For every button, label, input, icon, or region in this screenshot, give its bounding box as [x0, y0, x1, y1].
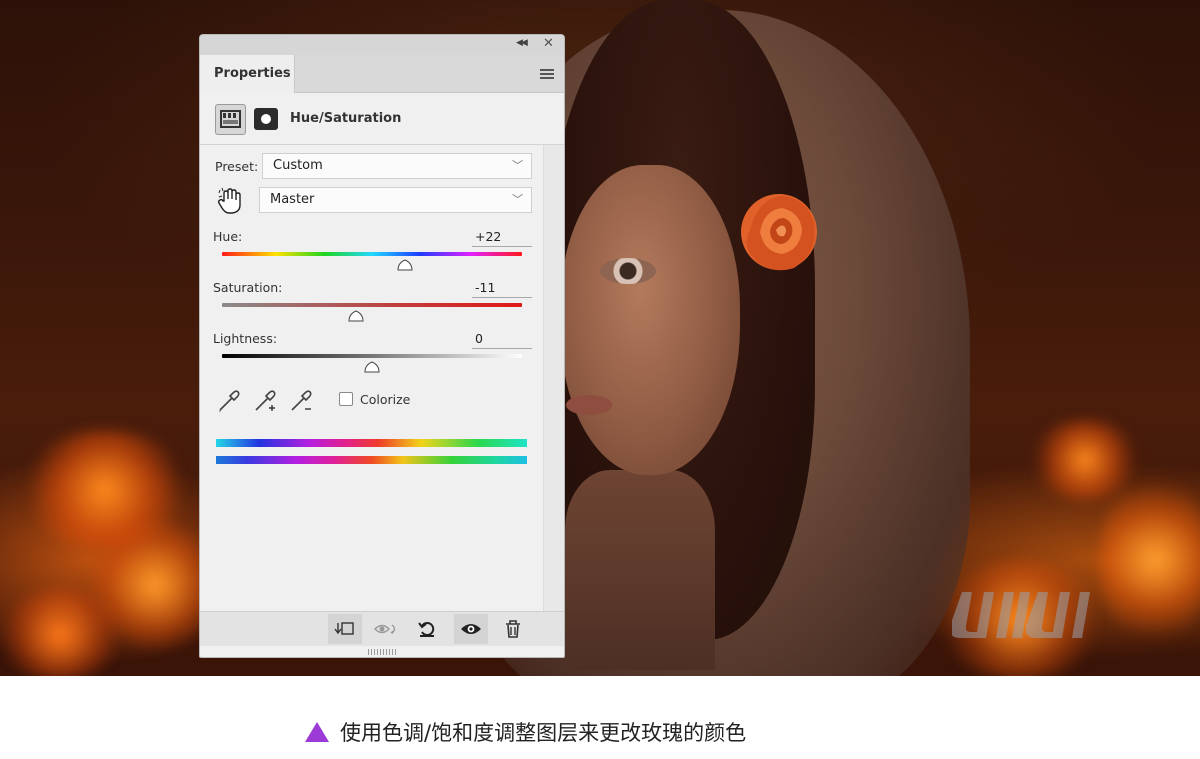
lightness-slider-thumb[interactable] — [364, 361, 380, 373]
colorize-label: Colorize — [360, 392, 411, 407]
hue-label: Hue: — [213, 229, 243, 244]
caption: 使用色调/饱和度调整图层来更改玫瑰的颜色 — [304, 717, 746, 747]
girl-eye — [600, 258, 656, 284]
panel-menu-icon[interactable] — [540, 69, 554, 79]
toggle-visibility-button[interactable] — [454, 614, 488, 644]
hue-slider-track[interactable] — [222, 252, 522, 256]
channel-dropdown[interactable]: Master ﹀ — [259, 187, 532, 213]
toggle-visibility-icon — [461, 624, 481, 634]
channel-value: Master — [270, 192, 315, 207]
girl-neck — [565, 470, 715, 670]
hue-value-field[interactable]: +22 — [472, 229, 532, 247]
layer-mask-icon[interactable] — [254, 108, 278, 130]
fire-glow-right-2 — [1100, 470, 1200, 650]
saturation-slider-thumb[interactable] — [347, 310, 364, 322]
delete-icon — [506, 620, 520, 638]
saturation-value-field[interactable]: -11 — [472, 280, 532, 298]
lightness-value-field[interactable]: 0 — [472, 331, 532, 349]
preset-dropdown[interactable]: Custom ﹀ — [262, 153, 532, 179]
double-chevron-left-icon[interactable]: ◀◀ — [516, 38, 528, 48]
reset-button[interactable] — [410, 614, 444, 644]
background-photo — [0, 0, 1200, 676]
clip-to-layer-icon — [334, 622, 354, 635]
eyedropper-plus-icon[interactable] — [252, 388, 278, 414]
eyedropper-icon[interactable] — [216, 388, 242, 414]
hue-saturation-adjustment-icon[interactable] — [215, 104, 246, 135]
panel-resize-grip[interactable] — [368, 649, 396, 655]
eyedropper-minus-icon[interactable] — [288, 388, 314, 414]
caption-text: 使用色调/饱和度调整图层来更改玫瑰的颜色 — [340, 721, 747, 745]
girl-face — [560, 165, 740, 475]
clip-to-layer-button[interactable] — [328, 614, 362, 644]
output-color-spectrum — [216, 456, 527, 464]
watermark-logo — [952, 592, 1090, 638]
panel-tab-row: Properties — [200, 55, 564, 93]
lightness-slider-track[interactable] — [222, 354, 522, 358]
targeted-adjustment-hand-icon[interactable] — [218, 187, 244, 215]
panel-titlebar[interactable]: ◀◀ ✕ — [200, 35, 564, 55]
page: ◀◀ ✕ Properties Hue/Saturation Preset: C… — [0, 0, 1200, 759]
chevron-down-icon: ﹀ — [512, 159, 523, 172]
tab-properties[interactable]: Properties — [200, 55, 295, 93]
colorize-checkbox[interactable] — [339, 392, 353, 406]
chevron-down-icon: ﹀ — [512, 193, 523, 206]
lightness-label: Lightness: — [213, 331, 278, 346]
divider — [200, 144, 564, 145]
fire-glow-left-3 — [0, 590, 120, 676]
delete-button[interactable] — [496, 614, 530, 644]
panel-scroll-gutter[interactable] — [543, 145, 564, 611]
adjustment-title: Hue/Saturation — [290, 111, 402, 126]
close-icon[interactable]: ✕ — [543, 36, 554, 51]
panel-bottom-toolbar — [200, 611, 564, 646]
preset-value: Custom — [273, 158, 323, 173]
saturation-label: Saturation: — [213, 280, 283, 295]
properties-panel: ◀◀ ✕ Properties Hue/Saturation Preset: C… — [199, 34, 565, 658]
hue-slider-thumb[interactable] — [397, 259, 413, 271]
view-previous-state-icon — [374, 624, 396, 635]
purple-triangle-icon — [305, 722, 329, 742]
input-color-spectrum — [216, 439, 527, 447]
reset-icon — [418, 622, 435, 637]
view-previous-state-button[interactable] — [370, 614, 404, 644]
saturation-slider-track[interactable] — [222, 303, 522, 307]
rose-flower — [741, 194, 817, 271]
preset-label: Preset: — [215, 159, 259, 174]
girl-lips — [566, 395, 612, 415]
